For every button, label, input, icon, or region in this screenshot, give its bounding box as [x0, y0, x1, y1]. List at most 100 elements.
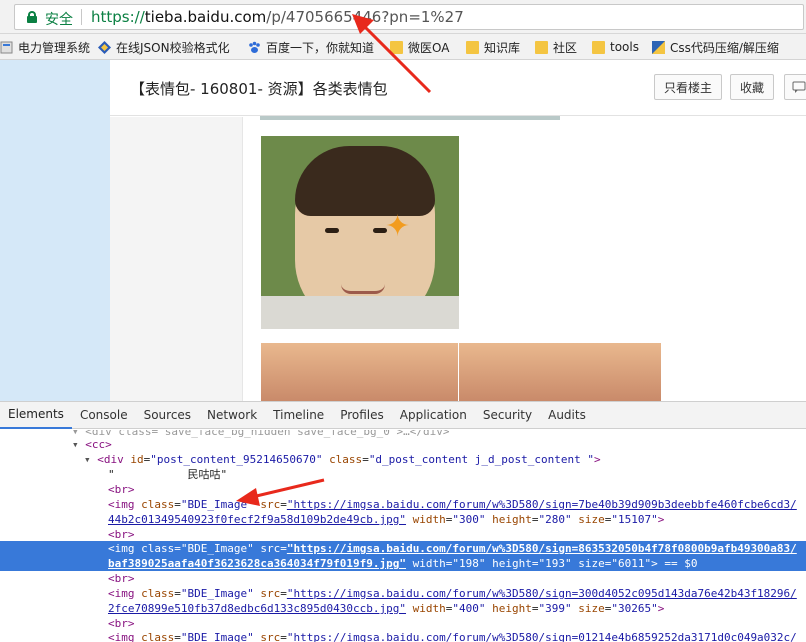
bookmarks-bar: 电力管理系统 在线JSON校验格式化 百度一下，你就知道 微医OA 知识库 社区… [0, 34, 806, 60]
comment-icon [792, 81, 806, 93]
src-link[interactable]: 2fce70899e510fb37d8edbc6d133c895d0430ccb… [108, 602, 406, 615]
only-op-button[interactable]: 只看楼主 [654, 74, 722, 100]
attr-value: "BDE_Image" [180, 631, 254, 642]
attr-name: height [492, 602, 532, 615]
tag-name: <img [108, 498, 142, 511]
tab-profiles[interactable]: Profiles [332, 402, 392, 429]
src-link[interactable]: "https://imgsa.baidu.com/forum/w%3D580/s… [287, 631, 797, 642]
css-icon [652, 40, 665, 54]
dom-node-line-selected[interactable]: <img class="BDE_Image" src="https://imgs… [0, 541, 806, 556]
bookmark-item[interactable]: 在线JSON校验格式化 [98, 38, 230, 56]
page-icon [0, 41, 13, 53]
dom-node-line[interactable]: <br> [108, 527, 806, 542]
tag-name: > [593, 453, 601, 466]
tag-name: > [657, 513, 665, 526]
page-background [0, 60, 110, 401]
url-scheme: https:// [91, 8, 145, 26]
attr-value: "BDE_Image" [180, 498, 254, 511]
attr-value: "BDE_Image" [180, 587, 254, 600]
tag-name: <img [108, 587, 142, 600]
thread-title: 【表情包- 160801- 资源】各类表情包 [130, 80, 388, 98]
secure-label: 安全 [45, 12, 73, 28]
devtools-tabs: Elements Console Sources Network Timelin… [0, 402, 806, 429]
tag-name: > [657, 602, 665, 615]
attr-value: "399" [538, 602, 572, 615]
url-host: tieba.baidu.com [144, 8, 267, 26]
dom-node-line[interactable]: <br> [108, 616, 806, 631]
reply-button[interactable] [784, 74, 806, 100]
author-column [110, 117, 242, 401]
src-link[interactable]: "https://imgsa.baidu.com/forum/w%3D580/s… [287, 587, 797, 600]
attr-name: src [260, 631, 281, 642]
dom-tree: ▾ <div class="save_face_bg_hidden save_f… [0, 430, 806, 642]
bookmark-label: 微医OA [408, 40, 450, 55]
post-image-bottom-left[interactable] [261, 343, 458, 401]
favorite-button[interactable]: 收藏 [730, 74, 774, 100]
attr-name: class [329, 453, 363, 466]
divider [81, 9, 82, 25]
src-link[interactable]: baf389025aafa40f3623628ca364034f79f019f9… [108, 557, 406, 570]
attr-name: class [141, 498, 175, 511]
folder-icon [535, 40, 548, 54]
tag-name: <img [108, 542, 142, 555]
url-field[interactable]: 安全 https://tieba.baidu.com/p/4705665446?… [14, 4, 804, 30]
lock-icon [27, 11, 37, 23]
attr-name: width [412, 557, 446, 570]
src-link[interactable]: 44b2c01349540923f0fecf2f9a58d109b2de49cb… [108, 513, 406, 526]
attr-name: width [412, 602, 446, 615]
attr-value: "30265" [611, 602, 658, 615]
dom-node-line[interactable]: <br> [108, 482, 806, 497]
dom-node-line[interactable]: ▾ <div id="post_content_95214650670" cla… [84, 452, 806, 467]
bookmark-item[interactable]: Css代码压缩/解压缩 [652, 38, 779, 56]
attr-name: class [141, 587, 175, 600]
attr-value: "280" [538, 513, 572, 526]
tab-elements[interactable]: Elements [0, 402, 72, 429]
attr-value: "post_content_95214650670" [150, 453, 323, 466]
bookmark-item[interactable]: 电力管理系统 [0, 38, 90, 56]
post-image-baby[interactable]: ✦ [261, 136, 459, 329]
attr-value: "193" [538, 557, 572, 570]
dom-node-line[interactable]: ▾ <cc> [72, 437, 806, 452]
bookmark-item[interactable]: 微医OA [390, 38, 449, 56]
dom-node-line-selected-cont[interactable]: baf389025aafa40f3623628ca364034f79f019f9… [0, 556, 806, 571]
dom-node-line[interactable]: <img class="BDE_Image" src="https://imgs… [108, 497, 806, 512]
bookmark-label: Css代码压缩/解压缩 [670, 40, 779, 55]
tag-name: > == $0 [651, 557, 698, 570]
attr-name: size [578, 602, 605, 615]
tab-application[interactable]: Application [392, 402, 475, 429]
bookmark-item[interactable]: 社区 [535, 38, 577, 56]
attr-name: size [578, 557, 605, 570]
bookmark-item[interactable]: 百度一下，你就知道 [248, 38, 374, 56]
dom-node-line[interactable]: <img class="BDE_Image" src="https://imgs… [108, 630, 806, 642]
tab-sources[interactable]: Sources [136, 402, 199, 429]
tab-timeline[interactable]: Timeline [265, 402, 332, 429]
url-text[interactable]: https://tieba.baidu.com/p/4705665446?pn=… [91, 8, 464, 26]
folder-icon [592, 40, 605, 54]
bookmark-label: 电力管理系统 [18, 40, 91, 55]
dom-node-line[interactable]: <br> [108, 571, 806, 586]
src-link[interactable]: "https://imgsa.baidu.com/forum/w%3D580/s… [287, 542, 797, 555]
folder-icon [466, 40, 479, 54]
src-link[interactable]: "https://imgsa.baidu.com/forum/w%3D580/s… [287, 498, 797, 511]
dom-text-node[interactable]: " 民咕咕" [108, 467, 806, 482]
attr-value: "198" [452, 557, 486, 570]
tab-console[interactable]: Console [72, 402, 136, 429]
dom-node-line[interactable]: <img class="BDE_Image" src="https://imgs… [108, 586, 806, 601]
address-bar: 安全 https://tieba.baidu.com/p/4705665446?… [0, 0, 806, 34]
attr-name: src [260, 542, 281, 555]
bookmark-item[interactable]: tools [592, 38, 639, 56]
tab-security[interactable]: Security [475, 402, 540, 429]
tab-audits[interactable]: Audits [540, 402, 594, 429]
dom-node-line-cont[interactable]: 44b2c01349540923f0fecf2f9a58d109b2de49cb… [108, 512, 806, 527]
attr-name: height [492, 513, 532, 526]
star-sticker-icon: ✦ [385, 209, 411, 244]
bookmark-label: 在线JSON校验格式化 [116, 40, 230, 55]
attr-value: "15107" [611, 513, 658, 526]
attr-value: "6011" [611, 557, 652, 570]
attr-name: class [141, 542, 175, 555]
bookmark-item[interactable]: 知识库 [466, 38, 520, 56]
dom-node-line-cont[interactable]: 2fce70899e510fb37d8edbc6d133c895d0430ccb… [108, 601, 806, 616]
tab-network[interactable]: Network [199, 402, 265, 429]
post-image-bottom-right[interactable] [459, 343, 661, 401]
tag-name: <div [97, 453, 131, 466]
